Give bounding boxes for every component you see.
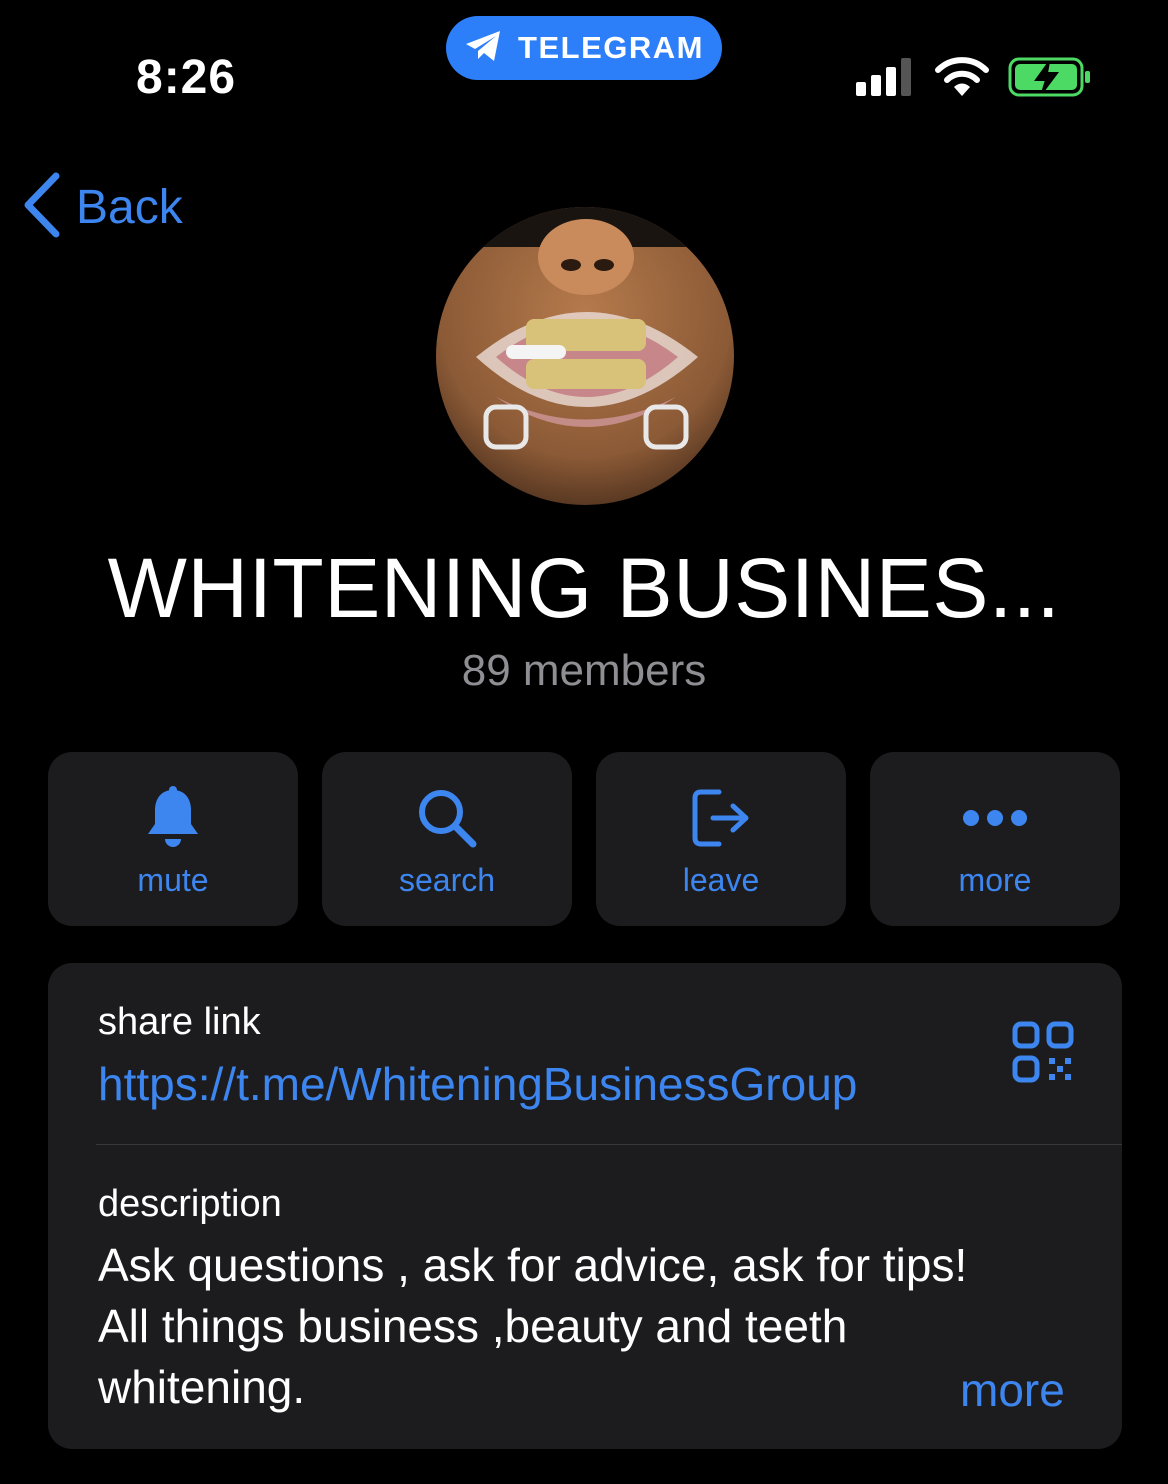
mute-button[interactable]: mute	[48, 752, 298, 926]
qr-code-icon[interactable]	[1012, 1021, 1074, 1083]
description-line: Ask questions , ask for advice, ask for …	[98, 1239, 968, 1291]
more-label: more	[958, 862, 1032, 898]
status-time: 8:26	[136, 51, 237, 104]
group-title: WHITENING BUSINES...	[107, 541, 1061, 635]
return-app-label: TELEGRAM	[518, 30, 704, 65]
description-label: description	[98, 1183, 282, 1225]
action-bar: mute search leave more	[48, 752, 1120, 926]
description-more-link[interactable]: more	[960, 1363, 1065, 1417]
search-icon	[415, 782, 479, 854]
cellular-signal-icon	[856, 58, 911, 96]
wifi-icon	[935, 57, 989, 96]
description-text: Ask questions , ask for advice, ask for …	[98, 1235, 1088, 1418]
share-link-label: share link	[98, 1001, 261, 1043]
info-card: share link https://t.me/WhiteningBusines…	[48, 963, 1122, 1449]
leave-label: leave	[682, 862, 760, 898]
mute-label: mute	[137, 862, 209, 898]
return-to-telegram-pill[interactable]: TELEGRAM	[446, 16, 722, 80]
back-button[interactable]: Back	[22, 172, 183, 242]
back-label: Back	[76, 180, 183, 234]
bell-icon	[144, 782, 202, 854]
search-button[interactable]: search	[322, 752, 572, 926]
group-avatar[interactable]	[436, 207, 734, 505]
leave-icon	[689, 782, 753, 854]
search-label: search	[398, 862, 496, 898]
more-button[interactable]: more	[870, 752, 1120, 926]
member-count: 89 members	[461, 646, 707, 695]
divider	[96, 1144, 1122, 1145]
leave-button[interactable]: leave	[596, 752, 846, 926]
telegram-plane-icon	[464, 29, 504, 68]
description-line: whitening.	[98, 1361, 306, 1413]
chevron-left-icon	[22, 172, 62, 243]
share-link-url[interactable]: https://t.me/WhiteningBusinessGroup	[98, 1057, 857, 1111]
description-line: All things business ,beauty and teeth	[98, 1300, 848, 1352]
status-bar: 8:26 TELEGRAM	[0, 0, 1168, 110]
more-dots-icon	[962, 782, 1028, 854]
battery-charging-icon	[1008, 57, 1090, 97]
